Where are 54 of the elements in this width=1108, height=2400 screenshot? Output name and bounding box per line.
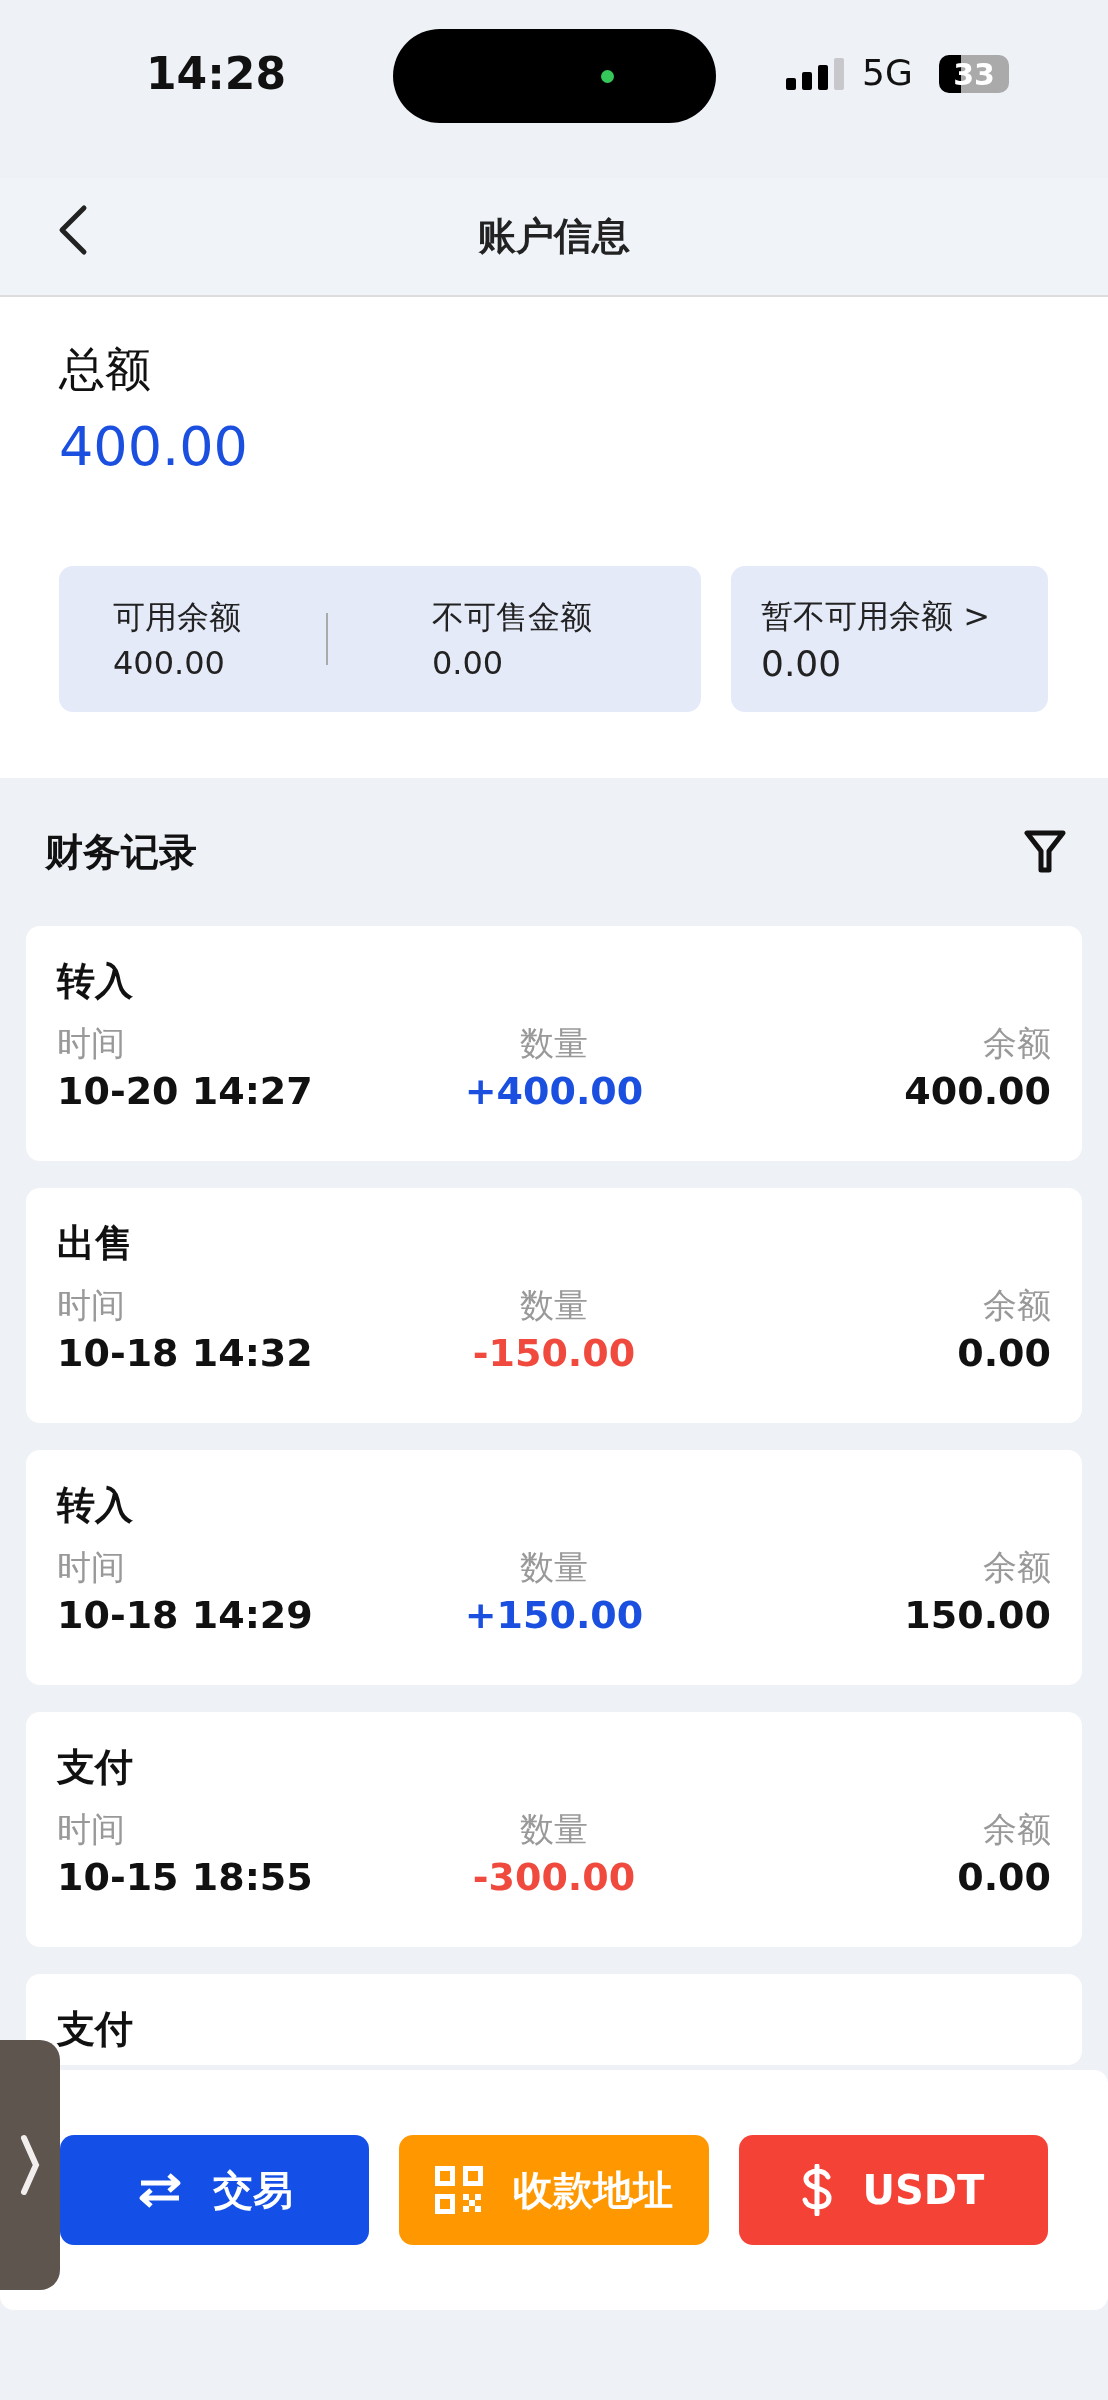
chevron-icon [20, 2134, 40, 2196]
filter-icon[interactable] [1024, 830, 1066, 874]
balance-label: 余额 [982, 1808, 1051, 1851]
action-button[interactable]: 交易 [60, 2135, 370, 2245]
record-amount: -300.00 [471, 1855, 637, 1899]
record-type: 转入 [57, 1482, 134, 1529]
balance-label: 余额 [982, 1022, 1051, 1065]
record-card[interactable]: 转入 时间 数量 余额 10-20 14:27 +400.00 400.00 [26, 926, 1082, 1161]
record-amount: +400.00 [463, 1069, 645, 1113]
qr-code-icon [435, 2166, 483, 2214]
network-label: 5G [862, 52, 913, 93]
total-label: 总额 [59, 341, 152, 398]
balance-label: 余额 [982, 1284, 1051, 1327]
amount-label: 数量 [519, 1808, 589, 1851]
action-button[interactable]: USDT [738, 2135, 1048, 2245]
page-title: 账户信息 [478, 213, 630, 260]
record-type: 转入 [57, 958, 134, 1005]
record-amount: -150.00 [471, 1331, 637, 1375]
balance-label: 暂不可用余额 > [761, 595, 991, 637]
balance-label: 不可售金额 [431, 597, 593, 638]
record-type: 支付 [57, 1744, 134, 1791]
amount-label: 数量 [519, 1022, 589, 1065]
record-type: 出售 [57, 1220, 134, 1267]
record-card[interactable]: 支付 [26, 1974, 1082, 2065]
record-time: 10-20 14:27 [57, 1069, 314, 1113]
record-time: 10-18 14:29 [57, 1593, 314, 1637]
record-card[interactable]: 转入 时间 数量 余额 10-18 14:29 +150.00 150.00 [26, 1450, 1082, 1685]
record-balance: 400.00 [903, 1069, 1051, 1113]
balance-label: 余额 [982, 1546, 1051, 1589]
time-label: 时间 [57, 1284, 126, 1327]
record-time: 10-15 18:55 [57, 1855, 314, 1899]
unavailable-balance-card[interactable]: 暂不可用余额 > 0.00 [731, 566, 1048, 712]
record-balance: 150.00 [903, 1593, 1051, 1637]
record-type: 支付 [57, 2006, 134, 2053]
record-amount: +150.00 [463, 1593, 645, 1637]
time-label: 时间 [57, 1022, 126, 1065]
record-balance: 0.00 [956, 1331, 1051, 1375]
status-time: 14:28 [146, 48, 287, 99]
record-card[interactable]: 支付 时间 数量 余额 10-15 18:55 -300.00 0.00 [26, 1712, 1082, 1947]
balance-label: 可用余额 [113, 597, 242, 638]
amount-label: 数量 [519, 1284, 589, 1327]
amount-label: 数量 [519, 1546, 589, 1589]
balance-value: 0.00 [761, 642, 843, 684]
record-time: 10-18 14:32 [57, 1331, 314, 1375]
time-label: 时间 [57, 1808, 126, 1851]
section-title: 财务记录 [45, 828, 197, 876]
balance-value: 400.00 [113, 644, 226, 682]
record-balance: 0.00 [956, 1855, 1051, 1899]
total-amount: 400.00 [59, 415, 249, 478]
time-label: 时间 [57, 1546, 126, 1589]
record-card[interactable]: 出售 时间 数量 余额 10-18 14:32 -150.00 0.00 [26, 1188, 1082, 1423]
signal-icon [786, 58, 844, 90]
dollar-icon [802, 2164, 833, 2216]
balance-value: 0.00 [431, 644, 505, 682]
